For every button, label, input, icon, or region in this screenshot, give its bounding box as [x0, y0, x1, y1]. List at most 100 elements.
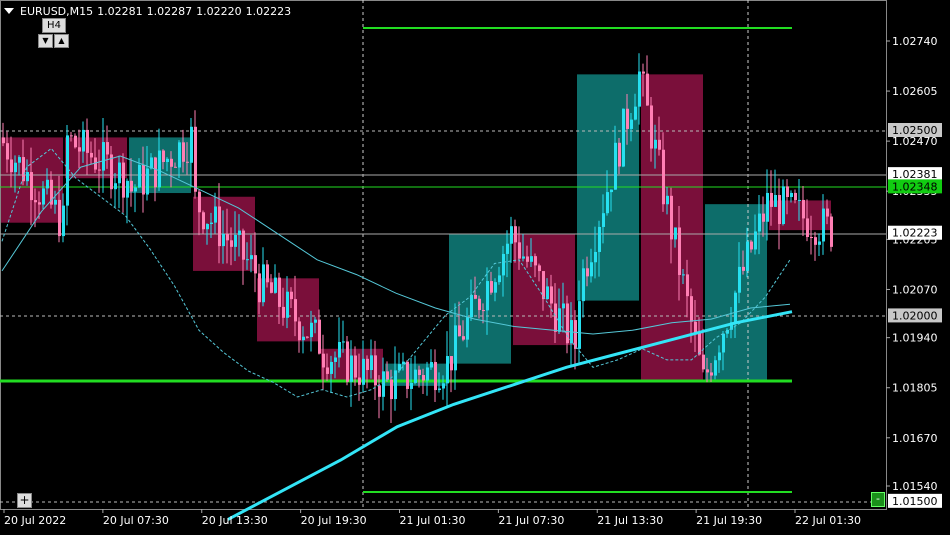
m15-candle-body — [418, 369, 421, 376]
m15-candle-body — [706, 369, 709, 373]
price-label-text: 1.02500 — [892, 124, 938, 137]
chart-area[interactable]: 1.027401.026051.024701.023351.022051.020… — [0, 0, 950, 531]
m15-candle-body — [602, 213, 605, 227]
m15-candle-body — [646, 73, 649, 106]
m15-candle-body — [382, 371, 385, 397]
m15-candle-body — [810, 237, 813, 239]
m15-candle-body — [278, 277, 281, 307]
m15-candle-body — [534, 256, 537, 266]
m15-candle-body — [242, 230, 245, 260]
triangle-down-icon[interactable]: ▼ — [38, 34, 53, 48]
m15-candle-body — [406, 361, 409, 389]
m15-candle-body — [830, 216, 833, 247]
m15-candle-body — [6, 143, 9, 160]
m15-candle-body — [366, 358, 369, 371]
m15-candle-body — [294, 299, 297, 322]
m15-candle-body — [86, 129, 89, 153]
m15-candle-body — [30, 172, 33, 201]
triangle-up-icon[interactable]: ▲ — [54, 34, 69, 48]
m15-candle-body — [486, 281, 489, 311]
time-axis-label: 21 Jul 19:30 — [696, 514, 762, 527]
m15-candle-body — [678, 227, 681, 275]
m15-candle-body — [386, 371, 389, 380]
m15-candle-body — [682, 274, 685, 276]
m15-candle-body — [378, 385, 381, 397]
m15-candle-body — [630, 119, 633, 129]
m15-candle-body — [758, 213, 761, 232]
m15-candle-body — [470, 294, 473, 318]
m15-candle-body — [338, 342, 341, 358]
m15-candle-body — [650, 105, 653, 149]
time-axis-label: 21 Jul 07:30 — [498, 514, 564, 527]
m15-candle-body — [634, 106, 637, 120]
time-axis-label: 21 Jul 01:30 — [400, 514, 466, 527]
m15-candle-body — [426, 367, 429, 381]
m15-candle-body — [422, 375, 425, 381]
m15-candle-body — [158, 150, 161, 188]
m15-candle-body — [766, 192, 769, 222]
m15-candle-body — [770, 192, 773, 207]
price-axis-label: 1.01540 — [892, 480, 938, 493]
m15-candle-body — [238, 230, 241, 235]
m15-candle-body — [626, 108, 629, 129]
m15-candle-body — [410, 382, 413, 389]
m15-candle-body — [582, 268, 585, 302]
m15-candle-body — [694, 321, 697, 333]
m15-candle-body — [146, 168, 149, 195]
m15-candle-body — [350, 355, 353, 382]
timeframe-label: H4 — [42, 18, 66, 33]
price-axis-label: 1.01670 — [892, 432, 938, 445]
price-label-text: 1.02348 — [892, 180, 938, 193]
m15-candle-body — [38, 202, 41, 205]
m15-candle-body — [438, 388, 441, 391]
m15-candle-body — [562, 303, 565, 309]
m15-candle-body — [126, 180, 129, 198]
m15-candle-body — [218, 206, 221, 247]
m15-candle-body — [506, 243, 509, 254]
symbol-label: EURUSD,M15 — [20, 4, 94, 18]
m15-candle-body — [722, 333, 725, 353]
chart-header: EURUSD,M15 1.02281 1.02287 1.02220 1.022… — [4, 3, 291, 19]
m15-candle-body — [354, 355, 357, 378]
m15-candle-body — [222, 233, 225, 247]
m15-candle-body — [546, 286, 549, 300]
high-price: 1.02287 — [146, 4, 193, 18]
minus-button[interactable]: - — [871, 492, 885, 507]
m15-candle-body — [510, 226, 513, 244]
m15-candle-body — [230, 240, 233, 247]
m15-candle-body — [690, 296, 693, 322]
chart-canvas[interactable]: 1.027401.026051.024701.023351.022051.020… — [0, 0, 950, 531]
m15-candle-body — [390, 379, 393, 400]
m15-candle-body — [246, 259, 249, 261]
m15-candle-body — [550, 286, 553, 304]
timeframe-switcher: H4 ▼ ▲ — [37, 18, 69, 48]
m15-candle-body — [746, 241, 749, 271]
m15-candle-body — [18, 157, 21, 163]
m15-candle-body — [654, 139, 657, 149]
m15-candle-body — [330, 361, 333, 374]
m15-candle-body — [750, 241, 753, 250]
price-axis-label: 1.02740 — [892, 35, 938, 48]
m15-candle-body — [666, 195, 669, 205]
time-axis-label: 21 Jul 13:30 — [597, 514, 663, 527]
chart-menu-triangle-icon[interactable] — [4, 8, 14, 14]
add-button[interactable]: + — [17, 493, 32, 508]
price-label-text: 1.02381 — [892, 168, 938, 181]
m15-candle-body — [114, 183, 117, 190]
m15-candle-body — [710, 372, 713, 376]
time-axis-label: 20 Jul 13:30 — [202, 514, 268, 527]
m15-candle-body — [566, 303, 569, 344]
m15-candle-body — [818, 241, 821, 245]
m15-candle-body — [306, 336, 309, 338]
m15-candle-body — [718, 352, 721, 361]
m15-candle-body — [606, 192, 609, 214]
m15-candle-body — [362, 358, 365, 385]
m15-candle-body — [490, 281, 493, 293]
m15-candle-body — [498, 275, 501, 283]
m15-candle-body — [78, 147, 81, 152]
price-axis-label: 1.02070 — [892, 283, 938, 296]
m15-candle-body — [430, 362, 433, 368]
m15-candle-body — [282, 306, 285, 318]
m15-candle-body — [102, 142, 105, 171]
m15-candle-body — [478, 298, 481, 311]
